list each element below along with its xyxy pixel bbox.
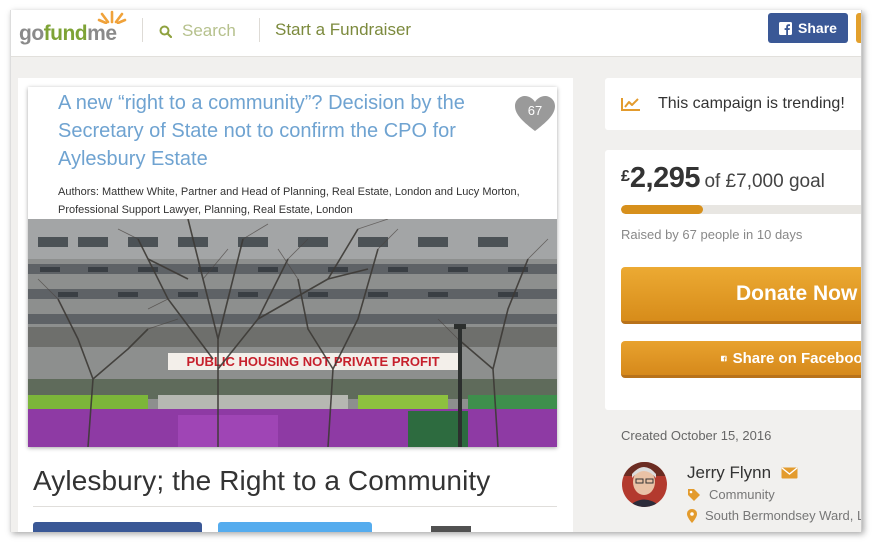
tag-icon bbox=[688, 488, 700, 501]
trending-text: This campaign is trending! bbox=[658, 95, 845, 112]
title-divider bbox=[33, 506, 557, 507]
donate-now-button[interactable]: Donate Now bbox=[621, 267, 861, 324]
created-date: Created October 15, 2016 bbox=[621, 428, 772, 443]
share-count bbox=[431, 526, 471, 532]
amount-raised: £2,295 of £7,000 goal bbox=[621, 162, 825, 195]
progress-bar bbox=[621, 205, 861, 214]
facebook-icon bbox=[779, 21, 793, 35]
raised-by-text: Raised by 67 people in 10 days bbox=[621, 227, 803, 242]
campaign-title: Aylesbury; the Right to a Community bbox=[33, 465, 491, 496]
campaign-photo[interactable]: A new “right to a community”? Decision b… bbox=[28, 87, 557, 447]
currency-symbol: £ bbox=[621, 168, 630, 185]
search-placeholder: Search bbox=[182, 21, 236, 40]
gofundme-logo[interactable]: gofundme bbox=[19, 22, 117, 46]
search-box[interactable]: Search bbox=[159, 19, 236, 43]
browser-viewport: gofundme Search Start a Fundraiser Share… bbox=[10, 10, 862, 532]
search-icon bbox=[159, 25, 172, 38]
donation-card: £2,295 of £7,000 goal Raised by 67 peopl… bbox=[605, 150, 861, 410]
organizer-name[interactable]: Jerry Flynn bbox=[687, 463, 798, 483]
heart-count: 67 bbox=[527, 103, 543, 118]
trending-icon bbox=[621, 98, 640, 111]
logo-sun-icon bbox=[97, 10, 127, 24]
facebook-share-button[interactable] bbox=[33, 522, 202, 532]
share-on-facebook-button[interactable]: Share on Facebook bbox=[621, 341, 861, 378]
photo-document-authors: Authors: Matthew White, Partner and Head… bbox=[58, 186, 520, 216]
organizer-location: South Bermondsey Ward, London bbox=[687, 508, 861, 523]
organizer-category[interactable]: Community bbox=[687, 487, 775, 502]
header-share-button[interactable]: Share bbox=[768, 13, 848, 43]
facebook-icon bbox=[721, 355, 727, 361]
avatar[interactable] bbox=[622, 462, 667, 507]
nav-divider bbox=[142, 18, 143, 42]
estate-building-photo: PUBLIC HOUSING NOT PRIVATE PROFIT bbox=[28, 219, 557, 447]
map-pin-icon bbox=[687, 508, 697, 523]
nav-divider bbox=[259, 18, 260, 42]
goal-text: of £7,000 goal bbox=[704, 171, 825, 192]
envelope-icon[interactable] bbox=[781, 467, 798, 479]
progress-fill bbox=[621, 205, 703, 214]
twitter-share-button[interactable] bbox=[218, 522, 372, 532]
header-donate-button-edge[interactable] bbox=[856, 13, 861, 43]
trending-card: This campaign is trending! bbox=[605, 78, 861, 130]
start-fundraiser-link[interactable]: Start a Fundraiser bbox=[275, 20, 411, 40]
photo-document-title: A new “right to a community”? Decision b… bbox=[58, 92, 465, 170]
top-nav: gofundme Search Start a Fundraiser Share bbox=[11, 10, 861, 57]
raised-amount: 2,295 bbox=[629, 162, 701, 194]
